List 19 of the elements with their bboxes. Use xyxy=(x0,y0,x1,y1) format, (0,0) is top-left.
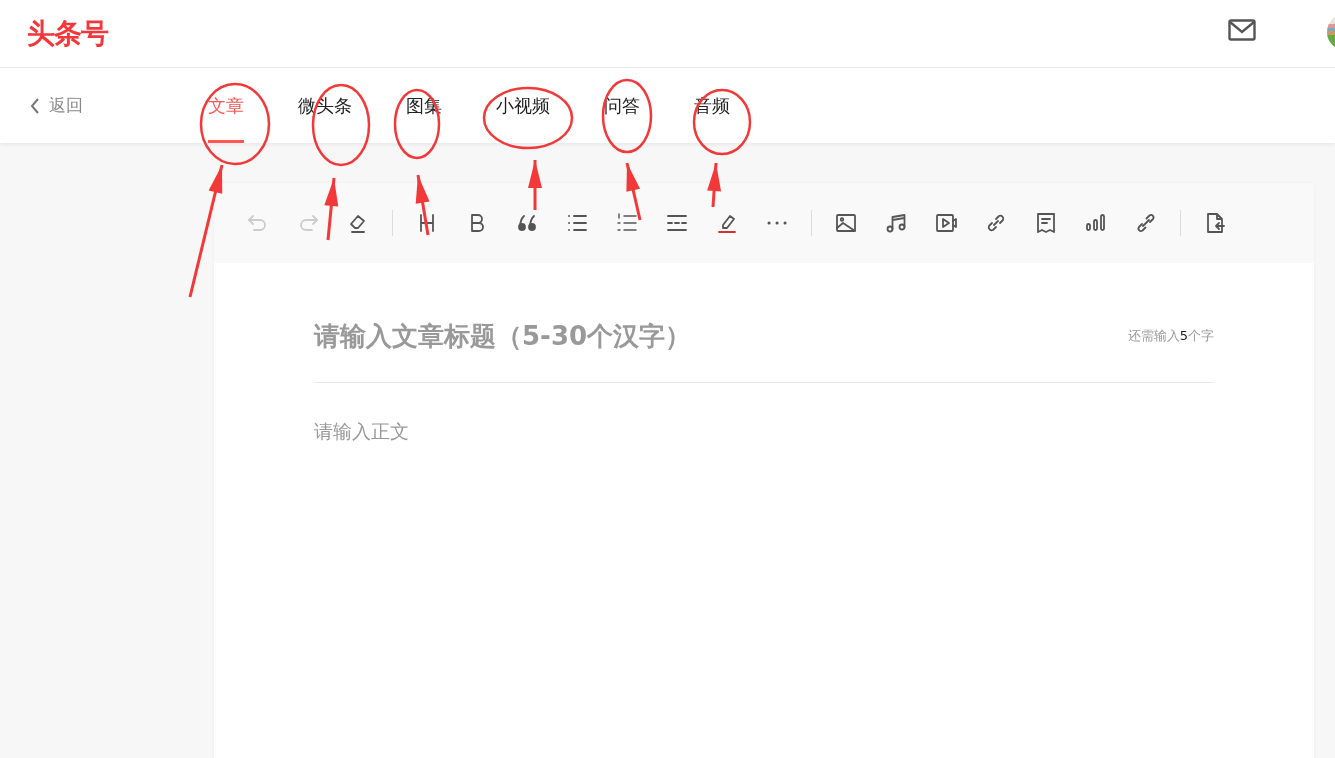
annotation-arrow xyxy=(528,160,542,210)
tab[interactable]: 微头条 xyxy=(298,68,352,143)
video-icon[interactable] xyxy=(934,211,958,235)
tab[interactable]: 问答 xyxy=(604,68,640,143)
chevron-left-icon xyxy=(30,97,40,114)
back-link[interactable]: 返回 xyxy=(30,94,208,117)
music-note-icon[interactable] xyxy=(884,211,908,235)
annotation-circle xyxy=(393,88,441,160)
image-icon[interactable] xyxy=(834,211,858,235)
character-counter: 还需输入5个字 xyxy=(1127,327,1214,345)
annotation-arrow xyxy=(707,162,722,208)
mail-icon[interactable] xyxy=(1228,18,1256,41)
annotation-circle xyxy=(692,88,752,156)
annotation-arrow xyxy=(324,177,339,241)
note-icon[interactable] xyxy=(1034,211,1058,235)
annotation-arrow xyxy=(415,174,430,236)
tab[interactable]: 小视频 xyxy=(496,68,550,143)
logo[interactable]: 头条号 xyxy=(27,14,108,53)
annotation-arrow xyxy=(625,162,642,221)
